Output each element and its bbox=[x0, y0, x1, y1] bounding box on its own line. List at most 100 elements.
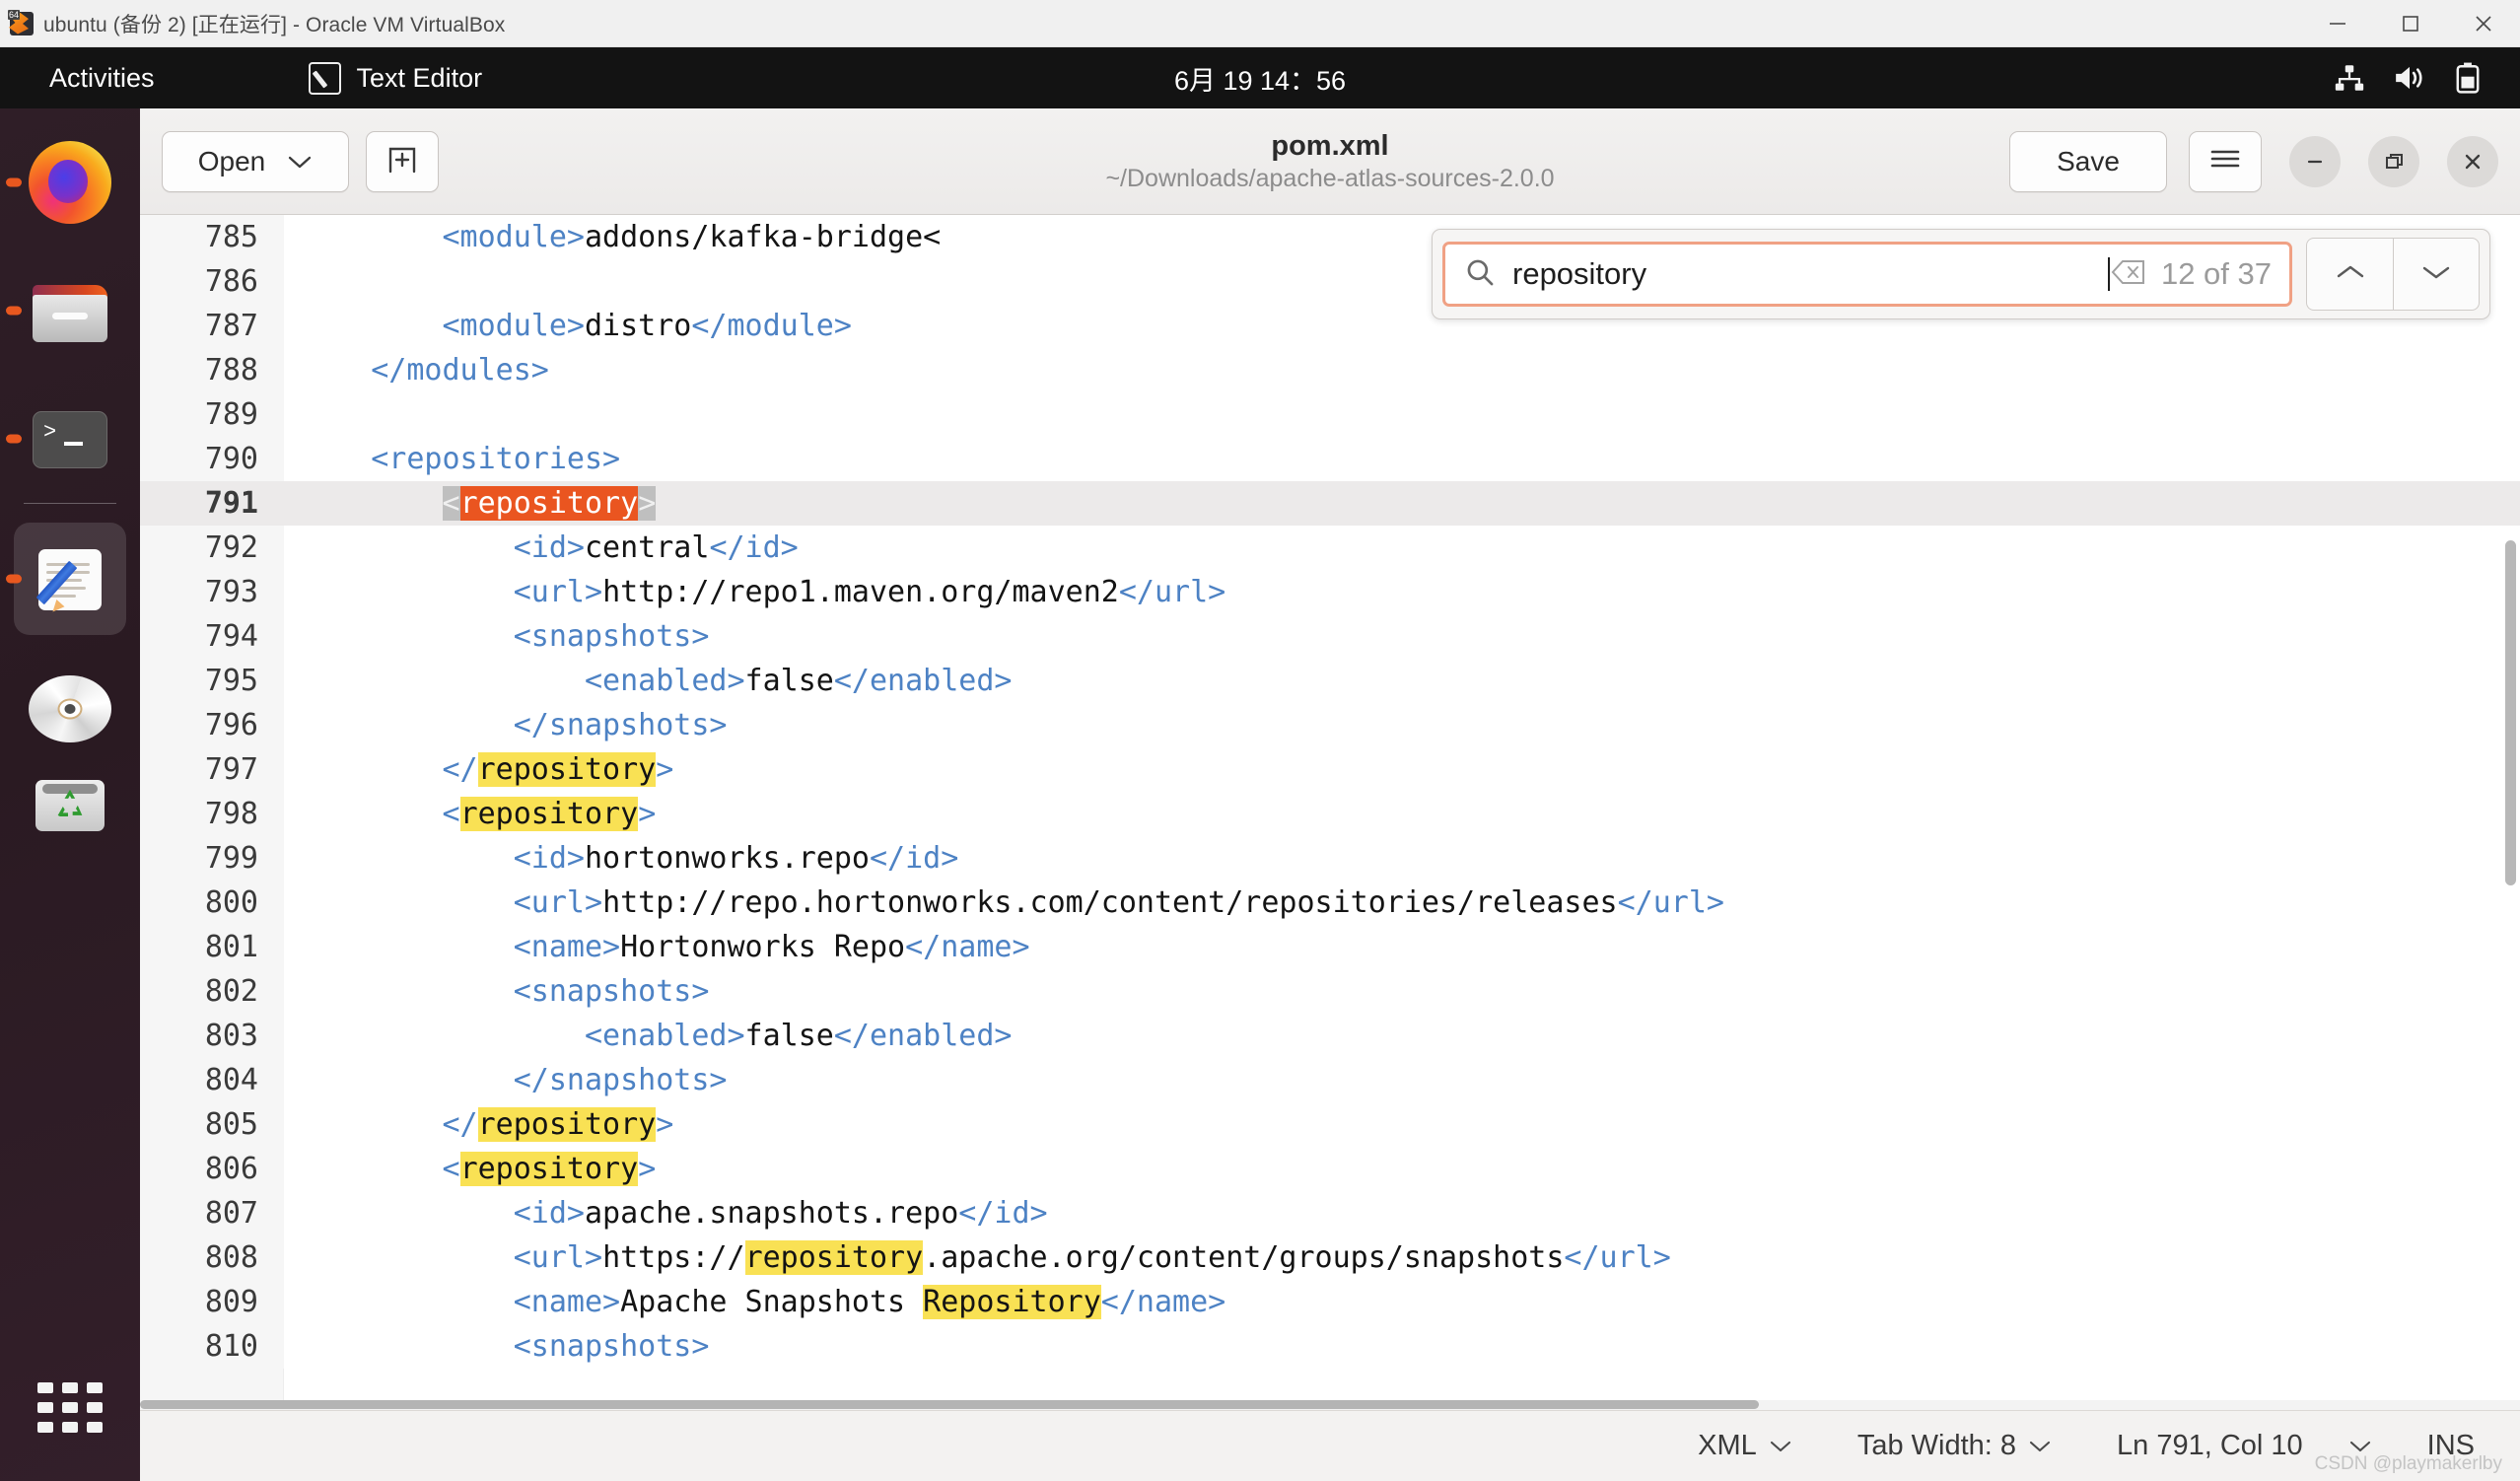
code-line-text[interactable]: </snapshots> bbox=[284, 703, 2520, 747]
dock-item-trash[interactable] bbox=[14, 749, 126, 862]
dock-item-text-editor[interactable] bbox=[14, 523, 126, 635]
code-line[interactable]: 800 <url>http://repo.hortonworks.com/con… bbox=[140, 881, 2520, 925]
app-menu-button[interactable]: Text Editor bbox=[297, 58, 495, 99]
code-token: </enabled> bbox=[833, 1019, 1013, 1053]
cursor-position-label: Ln 791, Col 10 bbox=[2117, 1430, 2303, 1461]
code-token: </url> bbox=[1118, 575, 1226, 609]
code-token: <repositories> bbox=[371, 442, 621, 476]
code-token: < bbox=[442, 1152, 460, 1186]
code-viewport[interactable]: 785 <module>addons/kafka-bridge< 786 787 <… bbox=[140, 215, 2520, 1410]
code-token: <snapshots> bbox=[513, 619, 710, 654]
code-line[interactable]: 801 <name>Hortonworks Repo</name> bbox=[140, 925, 2520, 969]
code-line[interactable]: 798 <repository> bbox=[140, 792, 2520, 836]
code-line-text[interactable]: <enabled>false</enabled> bbox=[284, 1014, 2520, 1058]
window-minimize-button[interactable] bbox=[2289, 135, 2341, 187]
bracket-match: < bbox=[442, 486, 460, 521]
code-token: > bbox=[656, 1107, 674, 1142]
tab-width-selector[interactable]: Tab Width: 8 bbox=[1857, 1430, 2052, 1462]
new-document-button[interactable] bbox=[366, 130, 439, 192]
code-line-text[interactable]: <url>https://repository.apache.org/conte… bbox=[284, 1235, 2520, 1280]
save-button[interactable]: Save bbox=[2009, 130, 2167, 192]
dock-item-terminal[interactable]: > bbox=[14, 383, 126, 495]
code-line-text[interactable]: <snapshots> bbox=[284, 1324, 2520, 1369]
host-maximize-button[interactable] bbox=[2374, 0, 2447, 47]
activities-button[interactable]: Activities bbox=[35, 57, 169, 100]
code-line-text[interactable]: <name>Apache Snapshots Repository</name> bbox=[284, 1280, 2520, 1324]
line-number: 790 bbox=[140, 437, 284, 481]
horizontal-scrollbar-track[interactable] bbox=[140, 1400, 2520, 1410]
code-line[interactable]: 809 <name>Apache Snapshots Repository</n… bbox=[140, 1280, 2520, 1324]
app-menu-label: Text Editor bbox=[356, 62, 483, 93]
clock-button[interactable]: 6月 19 14：56 bbox=[1162, 55, 1358, 102]
code-line[interactable]: 790 <repositories> bbox=[140, 437, 2520, 481]
code-line[interactable]: 796 </snapshots> bbox=[140, 703, 2520, 747]
code-line[interactable]: 810 <snapshots> bbox=[140, 1324, 2520, 1369]
code-token: <enabled> bbox=[584, 664, 745, 698]
code-line[interactable]: 793 <url>http://repo1.maven.org/maven2</… bbox=[140, 570, 2520, 614]
code-line-text[interactable]: <enabled>false</enabled> bbox=[284, 659, 2520, 703]
code-line[interactable]: 791 <repository> bbox=[140, 481, 2520, 526]
code-line[interactable]: 808 <url>https://repository.apache.org/c… bbox=[140, 1235, 2520, 1280]
dock-item-files[interactable] bbox=[14, 254, 126, 367]
code-line-text[interactable]: <name>Hortonworks Repo</name> bbox=[284, 925, 2520, 969]
code-line[interactable]: 789 bbox=[140, 392, 2520, 437]
code-line-text[interactable]: <snapshots> bbox=[284, 614, 2520, 659]
code-line-text[interactable]: <url>http://repo.hortonworks.com/content… bbox=[284, 881, 2520, 925]
language-selector[interactable]: XML bbox=[1698, 1430, 1792, 1462]
code-line-text[interactable]: <repository> bbox=[284, 1147, 2520, 1191]
code-line[interactable]: 792 <id>central</id> bbox=[140, 526, 2520, 570]
dock-item-disc[interactable] bbox=[14, 653, 126, 765]
line-number: 800 bbox=[140, 881, 284, 925]
chevron-up-icon bbox=[2334, 262, 2367, 287]
line-number: 788 bbox=[140, 348, 284, 392]
code-line[interactable]: 803 <enabled>false</enabled> bbox=[140, 1014, 2520, 1058]
code-line-text[interactable]: </modules> bbox=[284, 348, 2520, 392]
code-line-text[interactable]: </repository> bbox=[284, 747, 2520, 792]
code-token: </modules> bbox=[371, 353, 549, 388]
chevron-down-icon bbox=[2028, 1439, 2052, 1453]
vertical-scrollbar[interactable] bbox=[2505, 540, 2516, 885]
horizontal-scrollbar-thumb[interactable] bbox=[140, 1400, 1759, 1409]
host-close-button[interactable] bbox=[2447, 0, 2520, 47]
code-line-text[interactable]: <id>apache.snapshots.repo</id> bbox=[284, 1191, 2520, 1235]
window-restore-button[interactable] bbox=[2368, 135, 2419, 187]
code-line-text[interactable]: <snapshots> bbox=[284, 969, 2520, 1014]
code-line[interactable]: 802 <snapshots> bbox=[140, 969, 2520, 1014]
code-line-text[interactable]: <id>hortonworks.repo</id> bbox=[284, 836, 2520, 881]
search-next-button[interactable] bbox=[2393, 238, 2480, 311]
code-line[interactable]: 794 <snapshots> bbox=[140, 614, 2520, 659]
code-line-text[interactable]: <id>central</id> bbox=[284, 526, 2520, 570]
hamburger-menu-button[interactable] bbox=[2189, 130, 2262, 192]
dock-item-firefox[interactable] bbox=[14, 126, 126, 239]
search-previous-button[interactable] bbox=[2306, 238, 2393, 311]
code-line-text[interactable] bbox=[284, 392, 2520, 437]
code-token: <url> bbox=[513, 575, 603, 609]
code-line[interactable]: 807 <id>apache.snapshots.repo</id> bbox=[140, 1191, 2520, 1235]
open-button[interactable]: Open bbox=[162, 130, 349, 192]
code-line-text[interactable]: <repository> bbox=[284, 792, 2520, 836]
show-applications-button[interactable] bbox=[14, 1351, 126, 1463]
code-line[interactable]: 804 </snapshots> bbox=[140, 1058, 2520, 1102]
code-line[interactable]: 797 </repository> bbox=[140, 747, 2520, 792]
window-close-button[interactable] bbox=[2447, 135, 2498, 187]
editor-code-area[interactable]: 785 <module>addons/kafka-bridge< 786 787 <… bbox=[140, 215, 2520, 1410]
code-line-text[interactable]: </snapshots> bbox=[284, 1058, 2520, 1102]
code-line-text[interactable]: <repositories> bbox=[284, 437, 2520, 481]
code-line-text[interactable]: <url>http://repo1.maven.org/maven2</url> bbox=[284, 570, 2520, 614]
code-token: </module> bbox=[691, 309, 852, 343]
code-token: false bbox=[744, 1019, 834, 1053]
system-status-area[interactable] bbox=[2333, 61, 2483, 95]
code-token: <url> bbox=[513, 1240, 603, 1275]
host-minimize-button[interactable] bbox=[2301, 0, 2374, 47]
code-line[interactable]: 799 <id>hortonworks.repo</id> bbox=[140, 836, 2520, 881]
code-line[interactable]: 795 <enabled>false</enabled> bbox=[140, 659, 2520, 703]
document-path: ~/Downloads/apache-atlas-sources-2.0.0 bbox=[1105, 164, 1555, 192]
code-line[interactable]: 805 </repository> bbox=[140, 1102, 2520, 1147]
search-input[interactable]: repository 12 of 37 bbox=[1442, 242, 2292, 307]
code-line[interactable]: 806 <repository> bbox=[140, 1147, 2520, 1191]
clear-backspace-icon[interactable] bbox=[2110, 257, 2147, 292]
code-line-text[interactable]: </repository> bbox=[284, 1102, 2520, 1147]
code-line-text[interactable]: <repository> bbox=[284, 481, 2520, 526]
code-line[interactable]: 788 </modules> bbox=[140, 348, 2520, 392]
